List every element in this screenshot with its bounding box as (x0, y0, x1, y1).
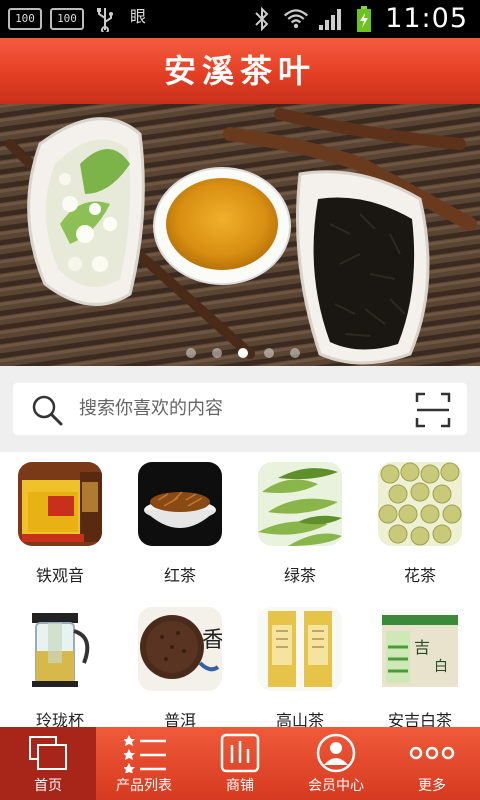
nav-label: 首页 (34, 778, 62, 794)
category-label: 绿茶 (283, 566, 316, 585)
nav-label: 商铺 (226, 778, 254, 794)
carousel-dot[interactable] (290, 348, 300, 358)
flower-tea-buds-image (378, 462, 462, 546)
bluetooth-icon (249, 6, 275, 32)
clock: 11:05 (385, 3, 468, 34)
category-label: 花茶 (403, 566, 436, 585)
app-title: 安溪茶叶 (163, 52, 316, 90)
nav-label: 更多 (418, 778, 446, 794)
svg-text:香: 香 (202, 628, 222, 653)
battery-charging-icon (351, 5, 377, 32)
carousel-indicator (186, 348, 300, 358)
home-windows-icon (28, 733, 68, 773)
nav-item-more[interactable]: 更多 (384, 727, 480, 800)
scan-icon[interactable] (415, 392, 451, 428)
svg-text:吉: 吉 (414, 638, 430, 657)
category-grid: 铁观音 红茶 绿茶 花茶 玲珑杯 香 普洱 高山茶 吉 白 安吉白茶 (0, 452, 480, 730)
nav-label: 产品列表 (116, 778, 172, 794)
notification-badge: 100 (50, 8, 84, 30)
app-header: 安溪茶叶 (0, 38, 480, 104)
carousel-dot[interactable] (212, 348, 222, 358)
category-high-mountain-tea[interactable]: 高山茶 (240, 597, 360, 737)
nav-label: 会员中心 (308, 778, 364, 794)
category-tieguanyin[interactable]: 铁观音 (0, 452, 120, 592)
category-flower-tea[interactable]: 花茶 (360, 452, 480, 592)
shop-icon (220, 733, 260, 773)
puer-cake-image: 香 (138, 607, 222, 691)
tieguanyin-box-image (18, 462, 102, 546)
glass-teapot-image (18, 607, 102, 691)
product-list-icon (123, 733, 166, 774)
carousel-dot[interactable] (186, 348, 196, 358)
status-bar: 100 100 眼 11:05 (0, 0, 480, 38)
search-bar[interactable]: 搜索你喜欢的内容 (13, 383, 467, 435)
nav-item-product-list[interactable]: 产品列表 (96, 727, 192, 800)
notification-badge: 100 (8, 8, 42, 30)
bottom-nav: 首页 产品列表 商铺 会员中心 更多 (0, 727, 480, 800)
nav-item-home[interactable]: 首页 (0, 727, 96, 800)
tea-packets-image (258, 607, 342, 691)
search-section: 搜索你喜欢的内容 (0, 366, 480, 452)
green-tea-leaves-image (258, 462, 342, 546)
usb-icon (92, 6, 118, 32)
nav-item-member-center[interactable]: 会员中心 (288, 727, 384, 800)
black-tea-bowl-image (138, 462, 222, 546)
wifi-icon (283, 6, 309, 32)
more-dots-icon (408, 733, 456, 773)
category-puer[interactable]: 香 普洱 (120, 597, 240, 737)
svg-text:白: 白 (434, 659, 448, 675)
category-green-tea[interactable]: 绿茶 (240, 452, 360, 592)
nav-item-shop[interactable]: 商铺 (192, 727, 288, 800)
category-glass-teapot[interactable]: 玲珑杯 (0, 597, 120, 737)
category-anji-white-tea[interactable]: 吉白 安吉白茶 (360, 597, 480, 737)
category-label: 红茶 (163, 566, 196, 585)
carousel-dot[interactable] (264, 348, 274, 358)
carousel-dot-active[interactable] (238, 348, 248, 358)
tea-banner-image (0, 104, 480, 366)
app-notification-icon: 眼 (129, 7, 146, 26)
signal-icon (317, 6, 343, 32)
search-icon[interactable] (31, 394, 63, 426)
category-black-tea[interactable]: 红茶 (120, 452, 240, 592)
search-input[interactable]: 搜索你喜欢的内容 (79, 383, 223, 435)
member-icon (316, 733, 356, 773)
white-tea-box-image: 吉白 (378, 607, 462, 691)
category-label: 铁观音 (35, 566, 84, 585)
banner-carousel[interactable] (0, 104, 480, 366)
